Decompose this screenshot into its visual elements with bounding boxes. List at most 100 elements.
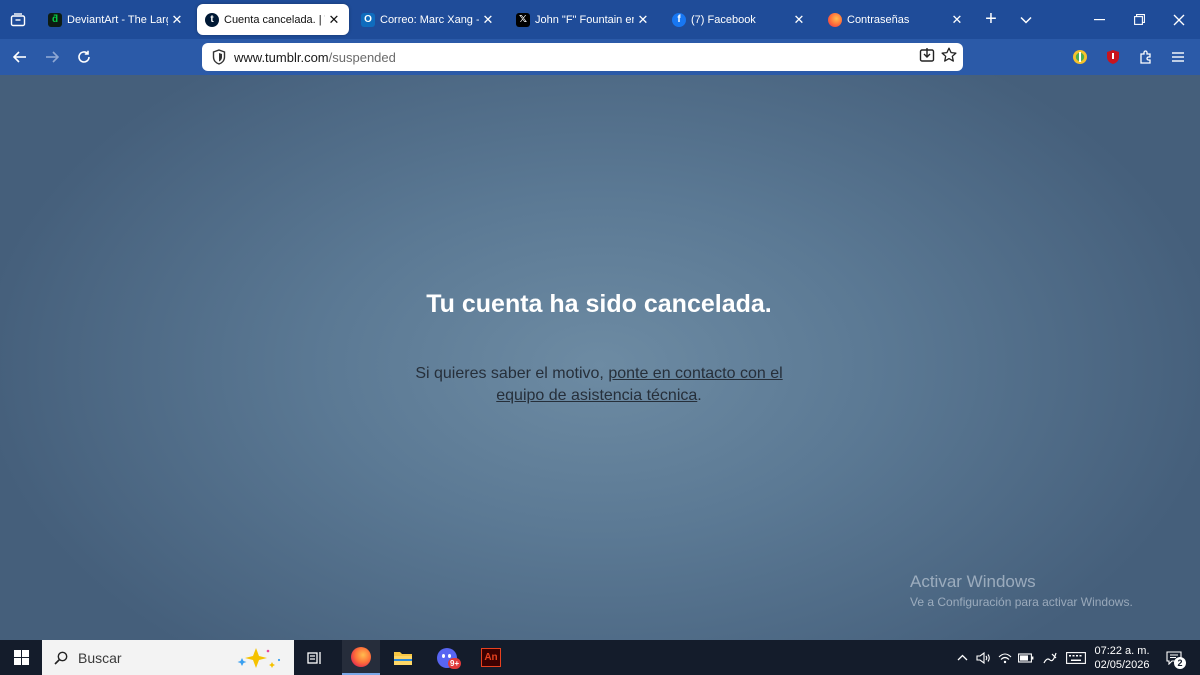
reload-icon [78, 50, 90, 63]
navigation-toolbar: www.tumblr.com/suspended [0, 39, 1200, 75]
close-window-button[interactable] [1164, 0, 1194, 39]
notification-count-badge: 2 [1174, 657, 1186, 669]
close-tab-icon[interactable]: ✕ [950, 12, 964, 28]
tab-title: Cuenta cancelada. | Tu [224, 13, 325, 26]
windows-logo-icon [13, 650, 29, 665]
activation-watermark-subtitle: Ve a Configuración para activar Windows. [910, 595, 1133, 609]
network-button[interactable] [996, 640, 1014, 675]
wifi-icon [998, 652, 1012, 663]
touch-keyboard-button[interactable] [1064, 640, 1088, 675]
pen-workspace-button[interactable] [1040, 640, 1060, 675]
tab-title: Contraseñas [847, 13, 910, 26]
tab-deviantart[interactable]: ƌ DeviantArt - The Large ✕ [40, 4, 192, 35]
tab-title: DeviantArt - The Large [67, 13, 168, 26]
chevron-up-icon [957, 654, 967, 661]
tab-strip: ƌ DeviantArt - The Large ✕ t Cuenta canc… [0, 0, 1200, 39]
extension-button-1[interactable] [1064, 39, 1096, 75]
tab-contrasenas[interactable]: Contraseñas ✕ [820, 4, 972, 35]
page-title: Tu cuenta ha sido cancelada. [426, 290, 772, 318]
close-tab-icon[interactable]: ✕ [327, 12, 341, 28]
app-menu-button[interactable] [1162, 39, 1194, 75]
ublock-button[interactable] [1097, 39, 1129, 75]
url-text: www.tumblr.com/suspended [234, 50, 396, 65]
address-bar[interactable]: www.tumblr.com/suspended [202, 43, 963, 71]
close-tab-icon[interactable]: ✕ [481, 12, 495, 28]
folder-icon [394, 651, 412, 665]
clock-date: 02/05/2026 [1094, 659, 1150, 671]
arrow-left-icon [13, 51, 26, 63]
tracking-shield-icon[interactable] [206, 49, 232, 65]
back-button[interactable] [4, 39, 36, 75]
task-view-icon [307, 651, 321, 664]
tab-title: Correo: Marc Xang - O [380, 13, 479, 26]
pen-icon [1043, 652, 1057, 663]
system-clock[interactable]: 07:22 a. m. 02/05/2026 [1086, 644, 1158, 672]
firefox-icon [828, 12, 842, 27]
activation-watermark-title: Activar Windows [910, 572, 1036, 591]
show-hidden-icons-button[interactable] [954, 640, 970, 675]
tab-list-icon [10, 12, 26, 26]
task-view-button[interactable] [296, 640, 334, 675]
minimize-icon [1093, 18, 1105, 20]
ublock-icon [1107, 50, 1119, 64]
notification-center-button[interactable]: 2 [1162, 640, 1186, 675]
bookmark-star-icon[interactable] [941, 47, 957, 68]
chevron-down-icon [1020, 16, 1032, 24]
windows-taskbar: Buscar 9+ An 07:22 a. m. 02/05/2026 2 [0, 640, 1200, 675]
keyboard-icon [1066, 651, 1086, 664]
discord-notification-badge: 9+ [448, 658, 462, 669]
message-text: Si quieres saber el motivo, [415, 365, 609, 382]
puzzle-icon [1140, 50, 1151, 64]
close-tab-icon[interactable]: ✕ [792, 12, 806, 28]
adobe-animate-icon: An [481, 648, 501, 667]
firefox-icon [351, 646, 371, 667]
search-icon [54, 651, 68, 665]
list-all-tabs-button[interactable] [0, 0, 36, 39]
close-icon [1173, 14, 1185, 25]
extensions-button[interactable] [1130, 39, 1162, 75]
deviantart-icon: ƌ [48, 12, 62, 27]
search-placeholder: Buscar [78, 649, 122, 666]
taskbar-adobe-animate[interactable]: An [472, 640, 510, 675]
tab-x[interactable]: 𝕏 John "F" Fountain en X ✕ [508, 4, 658, 35]
clock-time: 07:22 a. m. [1094, 645, 1150, 657]
taskbar-firefox[interactable] [342, 640, 380, 675]
search-highlights-sparkle-icon [237, 648, 281, 668]
start-button[interactable] [0, 640, 42, 675]
hamburger-menu-icon [1172, 52, 1184, 62]
x-icon: 𝕏 [516, 12, 530, 27]
tab-tumblr[interactable]: t Cuenta cancelada. | Tu ✕ [197, 4, 349, 35]
tab-overflow-button[interactable] [1012, 0, 1040, 39]
minimize-button[interactable] [1084, 0, 1114, 39]
new-tab-button[interactable]: + [978, 0, 1004, 39]
plus-icon: + [985, 8, 997, 30]
speaker-icon [975, 651, 990, 664]
close-tab-icon[interactable]: ✕ [636, 12, 650, 28]
extension-badge-icon [1073, 50, 1087, 64]
forward-button[interactable] [36, 39, 68, 75]
tumblr-icon: t [205, 12, 219, 27]
page-content: Tu cuenta ha sido cancelada. Si quieres … [0, 75, 1200, 640]
tab-outlook[interactable]: O Correo: Marc Xang - O ✕ [353, 4, 503, 35]
arrow-right-icon [46, 51, 59, 63]
battery-button[interactable] [1016, 640, 1036, 675]
taskbar-discord[interactable]: 9+ [428, 640, 466, 675]
tab-title: (7) Facebook [691, 13, 756, 26]
close-tab-icon[interactable]: ✕ [170, 12, 184, 28]
taskbar-search-box[interactable]: Buscar [42, 640, 294, 675]
url-domain: www.tumblr.com [234, 49, 329, 65]
tab-facebook[interactable]: f (7) Facebook ✕ [664, 4, 814, 35]
battery-icon [1018, 652, 1034, 663]
message-period: . [697, 387, 702, 404]
facebook-icon: f [672, 12, 686, 27]
tab-title: John "F" Fountain en X [535, 13, 634, 26]
restore-button[interactable] [1124, 0, 1154, 39]
outlook-icon: O [361, 12, 375, 27]
taskbar-file-explorer[interactable] [384, 640, 422, 675]
url-path: /suspended [328, 49, 396, 65]
reload-button[interactable] [68, 39, 100, 75]
restore-icon [1133, 14, 1145, 25]
volume-button[interactable] [974, 640, 992, 675]
save-to-pocket-icon[interactable] [919, 47, 935, 68]
suspension-message: Si quieres saber el motivo, ponte en con… [410, 363, 788, 407]
